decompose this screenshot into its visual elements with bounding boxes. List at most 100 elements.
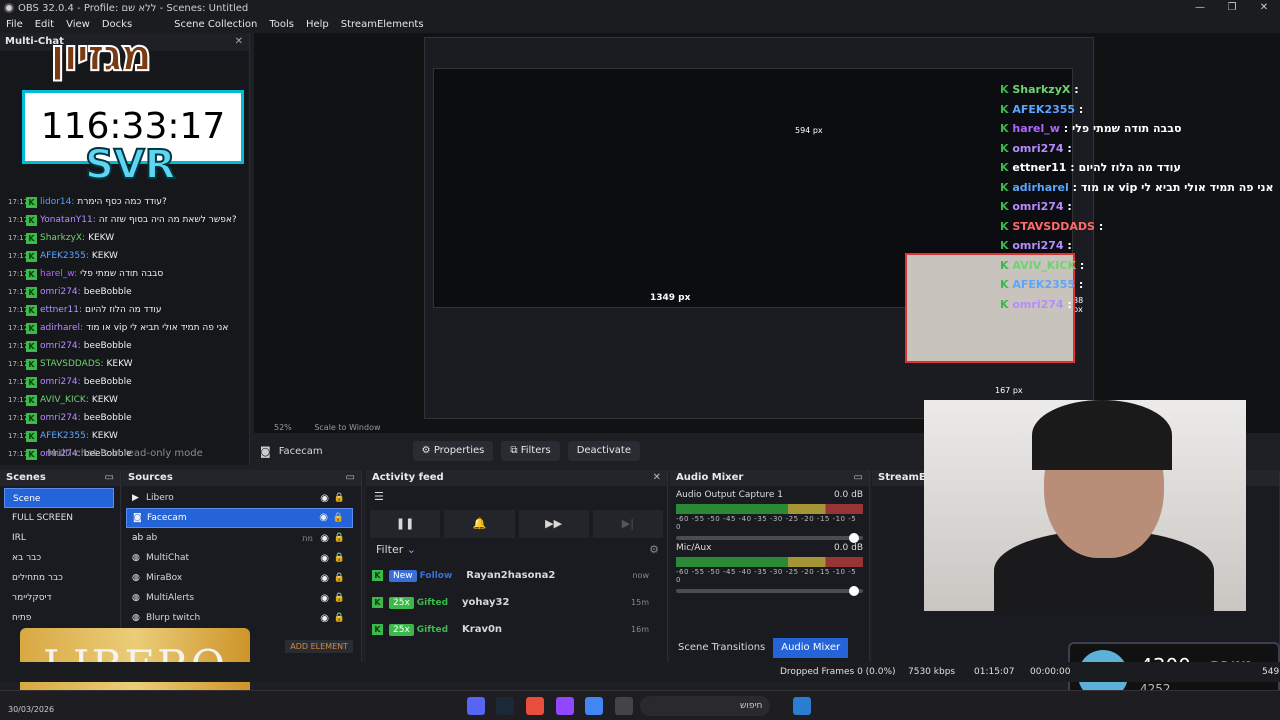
chat-username[interactable]: omri274: [40,287,81,297]
scene-item[interactable]: כבר בא [4,548,114,568]
activity-time: 16m [631,625,649,634]
close-dock-icon[interactable]: ✕ [235,33,243,51]
source-item[interactable]: ◍ MiraBox ◉ 🔒 [126,568,353,588]
twitch-icon[interactable] [556,697,574,715]
chat-username[interactable]: lidor14: [40,197,74,207]
chat-username[interactable]: adirharel: [40,323,83,333]
discord-icon[interactable] [467,697,485,715]
close-icon[interactable]: ✕ [653,470,661,486]
activity-list: K New Follow Rayan2hasona2 now K 25x Gifted yoha… [366,562,667,643]
lock-icon[interactable]: 🔒 [333,509,344,527]
chat-message: 17:17 Komri274: beeBobble [0,373,244,391]
menu-file[interactable]: File [0,16,29,33]
dock-menu-icon[interactable]: ▭ [854,470,863,486]
visibility-eye-icon[interactable]: ◉ [320,493,329,504]
source-item[interactable]: ▶ Libero ◉ 🔒 [126,488,353,508]
volume-slider[interactable] [676,586,863,596]
chat-username[interactable]: harel_w: [40,269,77,279]
lock-icon[interactable]: 🔒 [334,593,345,603]
scene-item[interactable]: פתיח [4,608,114,628]
visibility-eye-icon[interactable]: ◉ [320,553,329,564]
chat-username[interactable]: omri274: [40,341,81,351]
chat-username[interactable]: AFEK2355: [40,251,89,261]
scene-item[interactable]: כבר מתחילים [4,568,114,588]
app-icon[interactable] [526,697,544,715]
activity-row[interactable]: K 25x Gifted Krav0n 16m [366,616,667,643]
slider-knob[interactable] [849,586,859,596]
overlay-chat-name: omri274 [1012,297,1064,311]
overlay-chat-name: AVIV_KICK [1012,258,1076,272]
activity-row[interactable]: K 25x Gifted yohay32 15m [366,589,667,616]
scene-item[interactable]: Scene [4,488,114,508]
zoom-level[interactable]: 52% [274,423,292,432]
chat-username[interactable]: omri274: [40,413,81,423]
chat-username[interactable]: AFEK2355: [40,431,89,441]
mute-alerts-button[interactable]: 🔔 [444,510,515,538]
volume-meter [676,557,863,567]
overlay-chat-name: adirharel [1012,180,1069,194]
lock-icon[interactable]: 🔒 [334,573,345,583]
scene-item[interactable]: FULL SCREEN [4,508,114,528]
chat-username[interactable]: YonatanY11: [40,215,96,225]
chat-message: 17:17 Komri274: beeBobble [0,337,244,355]
scene-item[interactable]: IRL [4,528,114,548]
kick-icon: K [26,322,37,334]
add-element-button[interactable]: ADD ELEMENT [285,640,353,653]
overlay-chat-text: או מוד vip אני פה תמיד אולי תביא לי [1080,180,1274,194]
window-title: OBS 32.0.4 - Profile: ללא שם - Scenes: U… [18,2,249,14]
chat-username[interactable]: AVIV_KICK: [40,395,89,405]
browser-icon: ◍ [132,613,140,623]
menu-tools[interactable]: Tools [263,16,300,33]
dock-menu-icon[interactable]: ▭ [105,470,114,486]
visibility-eye-icon[interactable]: ◉ [320,593,329,604]
activity-type: Gifted [416,597,449,608]
minimize-button[interactable]: — [1184,0,1216,16]
menu-scene-collection[interactable]: Scene Collection [168,16,263,33]
steam-icon[interactable] [496,697,514,715]
scale-mode[interactable]: Scale to Window [314,423,380,432]
lock-icon[interactable]: 🔒 [334,553,345,563]
filter-dropdown[interactable]: Filter ⌄ ⚙ [366,538,667,562]
hamburger-menu-icon[interactable]: ☰ [366,486,667,510]
browser-icon: ◍ [132,573,140,583]
chat-username[interactable]: ettner11: [40,305,82,315]
dock-menu-icon[interactable]: ▭ [346,470,355,486]
taskbar-search[interactable]: חיפוש [640,696,770,716]
visibility-eye-icon[interactable]: ◉ [319,509,328,527]
next-button[interactable]: ▶| [592,510,663,538]
visibility-eye-icon[interactable]: ◉ [320,573,329,584]
source-item[interactable]: ◍ MultiAlerts ◉ 🔒 [126,588,353,608]
source-item[interactable]: ◍ MultiChat ◉ 🔒 [126,548,353,568]
source-item[interactable]: ◙ Facecam ◉ 🔒 [126,508,353,528]
pause-button[interactable]: ❚❚ [370,510,441,538]
visibility-eye-icon[interactable]: ◉ [320,613,329,624]
chat-username[interactable]: SharkzyX: [40,233,85,243]
preview-canvas[interactable]: 1349 px 594 px 88 px 167 px K SharkzyX :… [254,33,1280,433]
lock-icon[interactable]: 🔒 [334,493,345,503]
scene-item[interactable]: דיסקליימר [4,588,114,608]
kick-icon: K [26,286,37,298]
menu-help[interactable]: Help [300,16,335,33]
visibility-eye-icon[interactable]: ◉ [320,533,329,544]
close-button[interactable]: ✕ [1248,0,1280,16]
lock-icon[interactable]: 🔒 [334,613,345,623]
chrome-icon[interactable] [585,697,603,715]
properties-button[interactable]: ⚙ Properties [412,441,494,461]
source-label: ab [146,533,158,543]
tab-scene-transitions[interactable]: Scene Transitions [670,638,773,658]
lock-icon[interactable]: 🔒 [334,533,345,543]
maximize-button[interactable]: ❐ [1216,0,1248,16]
filters-button[interactable]: ⧉ Filters [501,441,560,461]
skip-alert-button[interactable]: ▶▶ [518,510,589,538]
chat-username[interactable]: STAVSDDADS: [40,359,104,369]
source-item[interactable]: ab ab מת ◉ 🔒 [126,528,353,548]
deactivate-button[interactable]: Deactivate [567,441,640,461]
activity-row[interactable]: K New Follow Rayan2hasona2 now [366,562,667,589]
file-explorer-icon[interactable] [615,697,633,715]
windows-start-icon[interactable] [793,697,811,715]
settings-gear-icon[interactable]: ⚙ [649,538,659,562]
tab-audio-mixer[interactable]: Audio Mixer [773,638,849,658]
menu-streamelements[interactable]: StreamElements [335,16,430,33]
source-item[interactable]: ◍ Blurp twitch ◉ 🔒 [126,608,353,628]
chat-username[interactable]: omri274: [40,377,81,387]
